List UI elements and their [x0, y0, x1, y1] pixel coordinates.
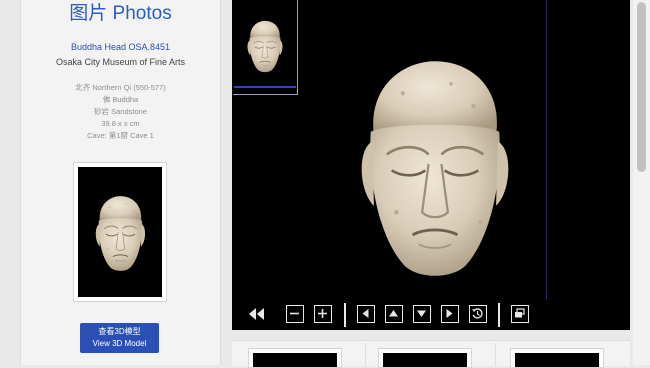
cave-text: Cave: 第1窟 Cave 1 [87, 131, 154, 140]
pan-up-button[interactable] [385, 305, 403, 323]
toolbar-divider [498, 303, 500, 327]
thumbnail-image [78, 167, 162, 297]
triangle-left-icon [362, 309, 369, 318]
subject-text: 佛 Buddha [102, 95, 139, 104]
reset-button[interactable] [469, 305, 487, 323]
pan-down-button[interactable] [413, 305, 431, 323]
triangle-up-icon [389, 310, 398, 317]
viewer-guide-line [546, 0, 547, 300]
photo-gallery-strip [232, 340, 630, 368]
plus-icon [318, 309, 327, 318]
object-info-panel: 图片 Photos Buddha Head OSA.8451 Osaka Cit… [20, 0, 221, 365]
pan-right-button[interactable] [441, 305, 459, 323]
toolbar-divider [344, 303, 346, 327]
material-text: 砂岩 Sandstone [94, 107, 147, 116]
minus-icon [290, 312, 299, 315]
page-title: 图片 Photos [69, 3, 172, 24]
view-3d-model-button[interactable]: 查看3D模型 View 3D Model [80, 323, 159, 353]
page-scrollbar[interactable] [633, 0, 650, 365]
scrollbar-thumb[interactable] [637, 2, 646, 172]
navigator-minimap[interactable] [233, 0, 298, 95]
object-thumbnail[interactable] [73, 162, 167, 302]
view-3d-label-cn: 查看3D模型 [98, 327, 141, 336]
zoom-out-button[interactable] [286, 305, 304, 323]
gallery-thumbnail[interactable] [248, 348, 342, 368]
view-3d-label-en: View 3D Model [92, 339, 147, 348]
dynasty-text: 北齐 Northern Qi (550-577) [75, 83, 166, 92]
buddha-head-photo [360, 59, 510, 278]
fullscreen-button[interactable] [511, 305, 529, 323]
windows-stack-icon [515, 308, 525, 318]
gallery-divider [365, 343, 366, 366]
gallery-thumbnail[interactable] [510, 348, 604, 368]
pan-left-button[interactable] [357, 305, 375, 323]
zoom-in-button[interactable] [314, 305, 332, 323]
triangle-right-icon [446, 309, 453, 318]
double-left-arrow-icon [249, 308, 264, 320]
gallery-thumbnail[interactable] [378, 348, 472, 368]
museum-name: Osaka City Museum of Fine Arts [55, 57, 186, 67]
triangle-down-icon [417, 310, 426, 317]
object-title-link[interactable]: Buddha Head OSA.8451 [21, 42, 220, 53]
gallery-divider [495, 343, 496, 366]
navigator-image [247, 20, 283, 73]
dimensions-text: 39.8 x x cm [101, 119, 140, 128]
navigator-viewport-indicator[interactable] [234, 86, 296, 88]
rotate-reset-icon [472, 308, 483, 319]
image-viewer[interactable] [232, 0, 630, 330]
rewind-button[interactable] [246, 305, 266, 323]
viewer-toolbar [232, 300, 630, 330]
